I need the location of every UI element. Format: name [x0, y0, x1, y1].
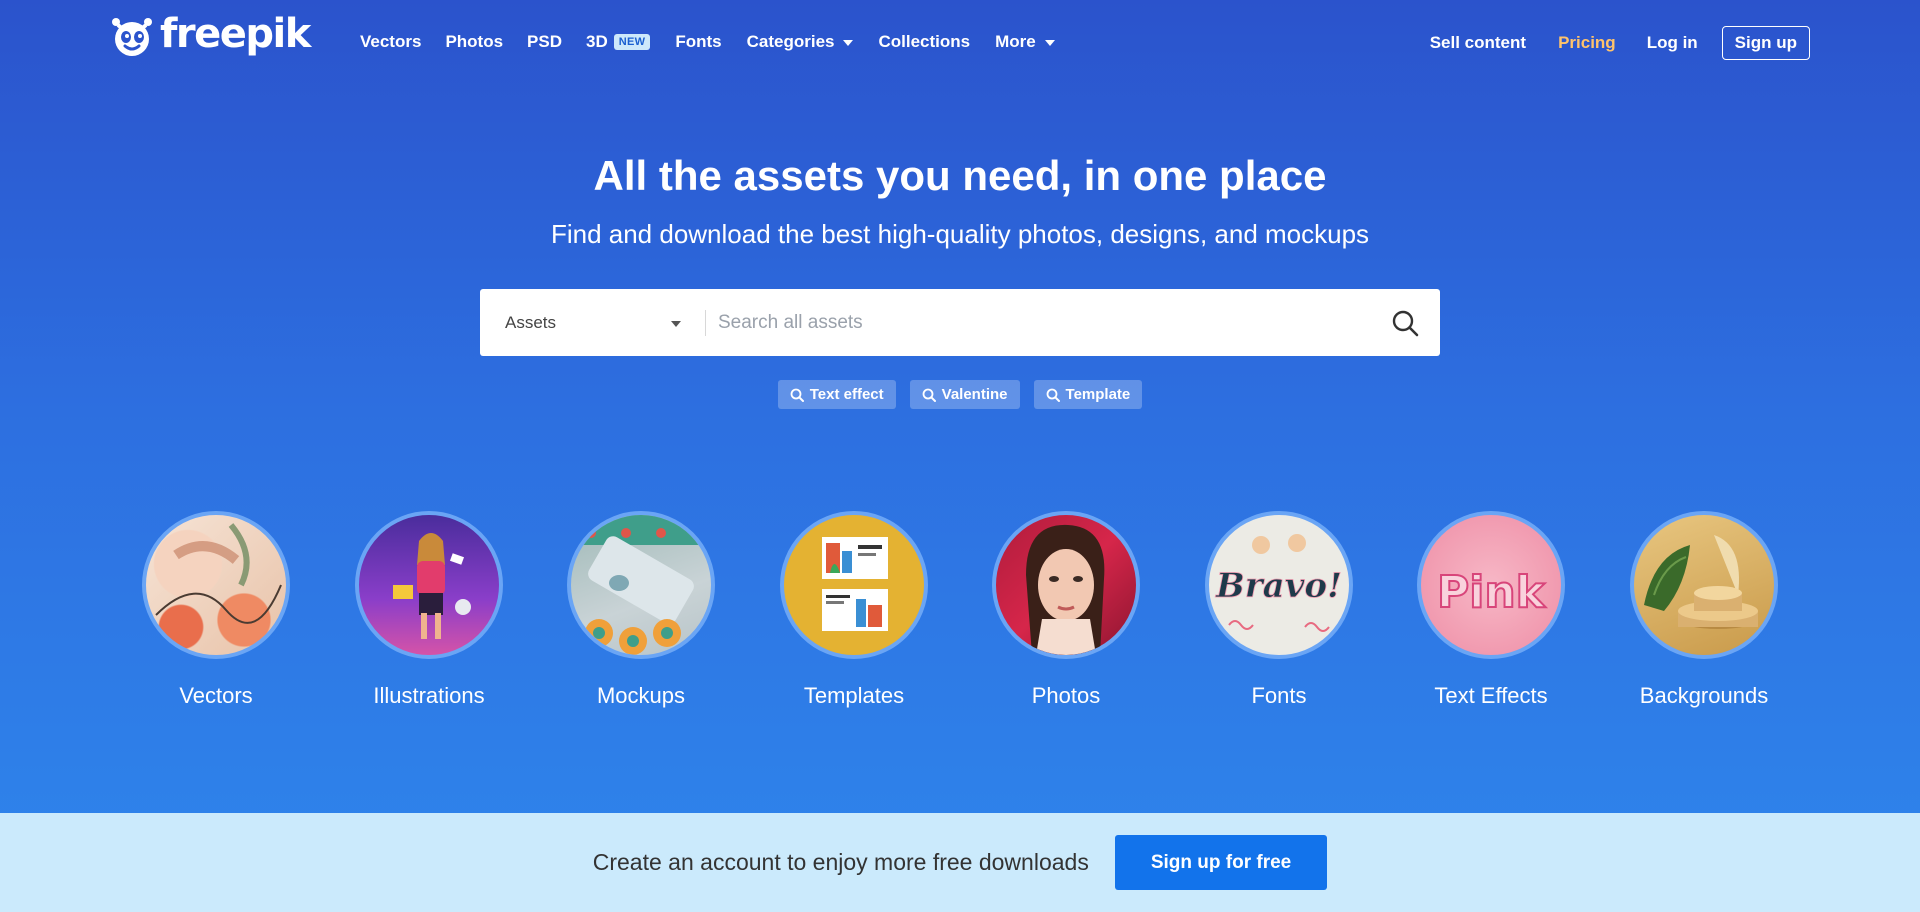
- search-icon: [790, 388, 804, 402]
- tag-valentine[interactable]: Valentine: [909, 380, 1020, 409]
- nav-vectors[interactable]: Vectors: [360, 32, 421, 52]
- nav-collections[interactable]: Collections: [878, 32, 970, 52]
- search-icon: [1392, 310, 1419, 336]
- search-icon: [1046, 388, 1060, 402]
- category-label: Fonts: [1251, 683, 1307, 708]
- signup-banner-text: Create an account to enjoy more free dow…: [592, 849, 1089, 875]
- templates-thumb-icon: [780, 511, 928, 659]
- category-label: Templates: [803, 683, 905, 708]
- nav-categories[interactable]: Categories: [747, 32, 854, 52]
- hero-subtitle: Find and download the best high-quality …: [550, 219, 1370, 249]
- nav-fonts[interactable]: Fonts: [675, 32, 721, 52]
- nav-3d-label: 3D: [586, 32, 608, 51]
- nav-collections-label: Collections: [878, 32, 971, 51]
- tag-label: Template: [1065, 386, 1131, 403]
- text-effects-thumb-icon: Pink: [1417, 511, 1565, 659]
- freepik-mascot-icon: [112, 18, 152, 56]
- brand-name: freepik: [160, 11, 311, 57]
- category-label: Backgrounds: [1639, 683, 1769, 708]
- chevron-down-icon: [671, 320, 681, 327]
- category-label: Photos: [1031, 683, 1101, 708]
- signup-for-free-button[interactable]: Sign up for free: [1114, 835, 1328, 890]
- nav-more-label: More: [995, 32, 1036, 51]
- fonts-thumb-icon: Bravo!: [1205, 511, 1353, 659]
- fonts-thumb-text: Bravo!: [1215, 566, 1342, 606]
- nav-photos-label: Photos: [445, 32, 504, 51]
- freepik-logo[interactable]: freepik: [108, 11, 311, 60]
- category-photos[interactable]: Photos: [986, 511, 1146, 709]
- nav-3d[interactable]: 3D NEW: [586, 32, 651, 52]
- search-icon: [922, 388, 936, 402]
- category-label: Vectors: [179, 683, 253, 708]
- search-button[interactable]: [1370, 289, 1440, 356]
- category-label: Text Effects: [1434, 683, 1548, 708]
- photos-thumb-icon: [992, 511, 1140, 659]
- top-navbar: freepik Vectors Photos PSD 3D NEW Fonts …: [0, 0, 1920, 84]
- tag-label: Text effect: [809, 386, 884, 403]
- nav-psd[interactable]: PSD: [527, 32, 562, 52]
- chevron-down-icon: [843, 40, 854, 46]
- vectors-thumb-icon: [142, 511, 290, 659]
- category-label: Mockups: [596, 683, 686, 708]
- text-effects-thumb-text: Pink: [1437, 567, 1547, 618]
- tag-template[interactable]: Template: [1033, 380, 1143, 409]
- login-link[interactable]: Log in: [1647, 33, 1698, 53]
- nav-categories-label: Categories: [746, 32, 835, 51]
- category-text-effects[interactable]: Pink Text Effects: [1411, 511, 1571, 709]
- nav-photos[interactable]: Photos: [445, 32, 503, 52]
- asset-type-value: Assets: [505, 312, 557, 332]
- category-row: Vectors Illustrations Mockups Templates …: [0, 511, 1920, 711]
- pricing-link[interactable]: Pricing: [1558, 33, 1616, 53]
- category-illustrations[interactable]: Illustrations: [349, 511, 509, 709]
- mockups-thumb-icon: [567, 511, 715, 659]
- search-bar: Assets: [480, 289, 1440, 356]
- category-templates[interactable]: Templates: [774, 511, 934, 709]
- nav-vectors-label: Vectors: [360, 32, 422, 51]
- hero-title: All the assets you need, in one place: [593, 152, 1327, 199]
- sell-content-link[interactable]: Sell content: [1430, 33, 1526, 53]
- category-vectors[interactable]: Vectors: [136, 511, 296, 709]
- tag-label: Valentine: [941, 386, 1008, 403]
- nav-more[interactable]: More: [995, 32, 1055, 52]
- search-input[interactable]: [706, 289, 1370, 356]
- account-nav: Sell content Pricing Log in Sign up: [1430, 26, 1810, 60]
- asset-type-select[interactable]: Assets: [480, 289, 705, 356]
- signup-button[interactable]: Sign up: [1721, 26, 1810, 60]
- category-fonts[interactable]: Bravo! Fonts: [1199, 511, 1359, 709]
- category-mockups[interactable]: Mockups: [561, 511, 721, 709]
- illustrations-thumb-icon: [355, 511, 503, 659]
- nav-fonts-label: Fonts: [675, 32, 722, 51]
- category-backgrounds[interactable]: Backgrounds: [1624, 511, 1784, 709]
- chevron-down-icon: [1044, 40, 1055, 46]
- suggested-tags: Text effect Valentine Template: [0, 380, 1920, 409]
- backgrounds-thumb-icon: [1630, 511, 1778, 659]
- main-nav: Vectors Photos PSD 3D NEW Fonts Categori…: [360, 26, 1055, 58]
- tag-text-effect[interactable]: Text effect: [777, 380, 896, 409]
- signup-banner: Create an account to enjoy more free dow…: [0, 813, 1920, 912]
- new-badge: NEW: [613, 34, 651, 50]
- category-label: Illustrations: [373, 683, 485, 708]
- nav-psd-label: PSD: [527, 32, 563, 51]
